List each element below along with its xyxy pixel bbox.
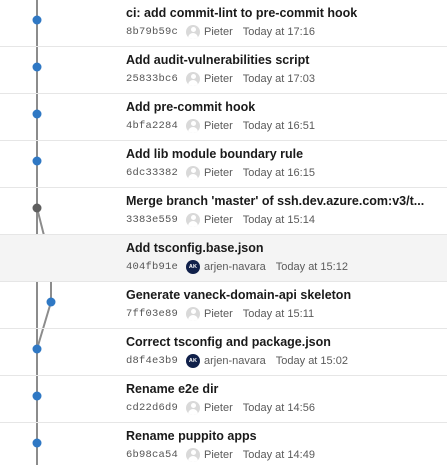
commit-meta: 404fb91e AK arjen-navara Today at 15:12 xyxy=(126,259,447,275)
commit-row[interactable]: Correct tsconfig and package.json d8f4e3… xyxy=(0,329,447,376)
commit-row[interactable]: Merge branch 'master' of ssh.dev.azure.c… xyxy=(0,188,447,235)
commit-message: ci: add commit-lint to pre-commit hook xyxy=(126,6,358,20)
commit-author: Pieter xyxy=(204,26,233,38)
commit-author: Pieter xyxy=(204,449,233,461)
commit-hash[interactable]: 404fb91e xyxy=(126,259,178,275)
commit-author: Pieter xyxy=(204,308,233,320)
commit-message: Add tsconfig.base.json xyxy=(126,241,264,255)
commit-message: Add audit-vulnerabilities script xyxy=(126,53,310,67)
commit-row[interactable]: Rename puppito apps 6b98ca54 Pieter Toda… xyxy=(0,423,447,465)
person-icon xyxy=(186,307,201,321)
commit-time: Today at 14:56 xyxy=(242,402,315,414)
commit-row[interactable]: Rename e2e dir cd22d6d9 Pieter Today at … xyxy=(0,376,447,423)
commit-author: Pieter xyxy=(204,120,233,132)
commit-author: Pieter xyxy=(204,402,233,414)
commit-time: Today at 17:16 xyxy=(242,26,315,38)
person-icon xyxy=(186,166,201,180)
commit-time: Today at 17:03 xyxy=(242,73,315,85)
commit-meta: 4bfa2284 Pieter Today at 16:51 xyxy=(126,118,447,134)
author-avatar: AK xyxy=(186,354,201,368)
commit-message: Correct tsconfig and package.json xyxy=(126,335,331,349)
commit-hash[interactable]: cd22d6d9 xyxy=(126,400,178,416)
person-icon xyxy=(186,72,201,86)
commit-author: arjen-navara xyxy=(204,355,266,367)
author-avatar: AK xyxy=(186,260,201,274)
person-icon xyxy=(186,448,201,462)
person-icon xyxy=(186,25,201,39)
person-icon xyxy=(186,401,201,415)
commit-list: ci: add commit-lint to pre-commit hook 8… xyxy=(0,0,447,465)
commit-meta: 7ff03e89 Pieter Today at 15:11 xyxy=(126,306,447,322)
commit-message: Add lib module boundary rule xyxy=(126,147,304,161)
commit-hash[interactable]: 6b98ca54 xyxy=(126,447,178,463)
commit-row[interactable]: Add audit-vulnerabilities script 25833bc… xyxy=(0,47,447,94)
commit-meta: 25833bc6 Pieter Today at 17:03 xyxy=(126,71,447,87)
commit-author: Pieter xyxy=(204,73,233,85)
commit-meta: cd22d6d9 Pieter Today at 14:56 xyxy=(126,400,447,416)
commit-hash[interactable]: 8b79b59c xyxy=(126,24,178,40)
commit-row[interactable]: ci: add commit-lint to pre-commit hook 8… xyxy=(0,0,447,47)
commit-message: Generate vaneck-domain-api skeleton xyxy=(126,288,352,302)
commit-time: Today at 15:11 xyxy=(242,308,315,320)
commit-meta: 3383e559 Pieter Today at 15:14 xyxy=(126,212,447,228)
commit-row[interactable]: Add pre-commit hook 4bfa2284 Pieter Toda… xyxy=(0,94,447,141)
commit-author: Pieter xyxy=(204,167,233,179)
commit-author: Pieter xyxy=(204,214,233,226)
commit-hash[interactable]: 3383e559 xyxy=(126,212,178,228)
commit-time: Today at 15:02 xyxy=(275,355,348,367)
commit-hash[interactable]: 4bfa2284 xyxy=(126,118,178,134)
commit-hash[interactable]: 6dc33382 xyxy=(126,165,178,181)
commit-row[interactable]: Generate vaneck-domain-api skeleton 7ff0… xyxy=(0,282,447,329)
commit-meta: d8f4e3b9 AK arjen-navara Today at 15:02 xyxy=(126,353,447,369)
commit-message: Rename puppito apps xyxy=(126,429,257,443)
commit-message: Add pre-commit hook xyxy=(126,100,256,114)
commit-hash[interactable]: 25833bc6 xyxy=(126,71,178,87)
commit-time: Today at 16:15 xyxy=(242,167,315,179)
commit-row[interactable]: Add tsconfig.base.json 404fb91e AK arjen… xyxy=(0,235,447,282)
commit-message: Merge branch 'master' of ssh.dev.azure.c… xyxy=(126,194,425,208)
commit-meta: 8b79b59c Pieter Today at 17:16 xyxy=(126,24,447,40)
commit-time: Today at 15:14 xyxy=(242,214,315,226)
commit-time: Today at 15:12 xyxy=(275,261,348,273)
commit-time: Today at 14:49 xyxy=(242,449,315,461)
commit-time: Today at 16:51 xyxy=(242,120,315,132)
commit-author: arjen-navara xyxy=(204,261,266,273)
person-icon xyxy=(186,213,201,227)
commit-hash[interactable]: d8f4e3b9 xyxy=(126,353,178,369)
commit-meta: 6b98ca54 Pieter Today at 14:49 xyxy=(126,447,447,463)
commit-hash[interactable]: 7ff03e89 xyxy=(126,306,178,322)
commit-meta: 6dc33382 Pieter Today at 16:15 xyxy=(126,165,447,181)
commit-row[interactable]: Add lib module boundary rule 6dc33382 Pi… xyxy=(0,141,447,188)
person-icon xyxy=(186,119,201,133)
commit-message: Rename e2e dir xyxy=(126,382,219,396)
